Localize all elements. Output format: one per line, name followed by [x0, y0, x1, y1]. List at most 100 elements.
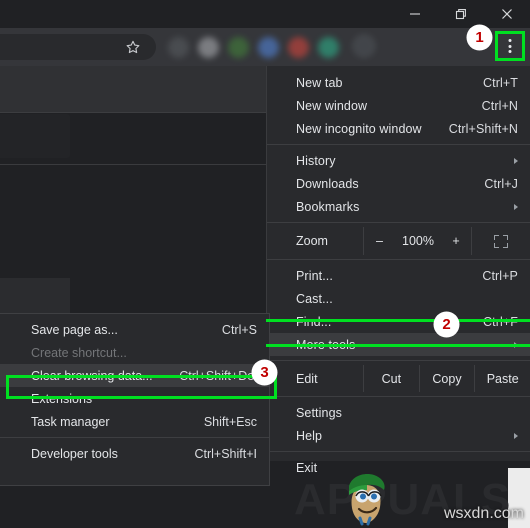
extension-icon[interactable]: [258, 36, 279, 58]
submenu-item-accelerator: Ctrl+Shift+Del: [179, 368, 257, 383]
menu-item-label: New tab: [296, 75, 343, 90]
extension-icons[interactable]: [168, 34, 348, 60]
menu-separator: [267, 259, 530, 260]
menu-item-more-tools[interactable]: More tools: [267, 333, 530, 356]
extension-icon[interactable]: [168, 36, 189, 58]
paste-button[interactable]: Paste: [474, 365, 530, 392]
menu-item-bookmarks[interactable]: Bookmarks: [267, 195, 530, 218]
extension-icon[interactable]: [228, 36, 249, 58]
zoom-out-button[interactable]: –: [363, 227, 395, 255]
menu-item-label: Downloads: [296, 176, 359, 191]
menu-item-label: New window: [296, 98, 368, 113]
profile-avatar[interactable]: [352, 34, 376, 58]
submenu-item-accelerator: Shift+Esc: [203, 414, 257, 429]
submenu-item-clear-browsing-data[interactable]: Clear browsing data... Ctrl+Shift+Del: [0, 364, 269, 387]
page-band: [0, 66, 266, 113]
chevron-right-icon: [514, 341, 518, 348]
menu-item-label: Settings: [296, 405, 342, 420]
close-icon: [502, 9, 512, 19]
submenu-item-label: Clear browsing data...: [31, 368, 153, 383]
menu-item-find[interactable]: Find... Ctrl+F: [267, 310, 530, 333]
step-badge-1: 1: [468, 26, 491, 49]
submenu-item-create-shortcut: Create shortcut...: [0, 341, 269, 364]
menu-item-accelerator: Ctrl+J: [484, 176, 518, 191]
submenu-item-label: Save page as...: [31, 322, 118, 337]
menu-item-accelerator: Ctrl+T: [483, 75, 518, 90]
restore-button[interactable]: [438, 0, 484, 28]
menu-item-label: History: [296, 153, 336, 168]
menu-item-label: More tools: [296, 337, 356, 352]
menu-item-label: New incognito window: [296, 121, 422, 136]
step-badge-3: 3: [253, 361, 276, 384]
browser-window: ➤: [0, 0, 530, 528]
submenu-item-label: Developer tools: [31, 446, 118, 461]
menu-item-history[interactable]: History: [267, 149, 530, 172]
bookmark-star-icon[interactable]: [122, 36, 144, 58]
menu-item-accelerator: Ctrl+Shift+N: [448, 121, 518, 136]
chevron-right-icon: [514, 203, 518, 210]
menu-separator: [267, 360, 530, 361]
menu-item-accelerator: Ctrl+P: [482, 268, 518, 283]
submenu-item-save-page-as[interactable]: Save page as... Ctrl+S: [0, 318, 269, 341]
menu-item-exit[interactable]: Exit: [267, 456, 530, 479]
menu-item-downloads[interactable]: Downloads Ctrl+J: [267, 172, 530, 195]
submenu-item-developer-tools[interactable]: Developer tools Ctrl+Shift+I: [0, 442, 269, 465]
submenu-item-label: Create shortcut...: [31, 345, 127, 360]
fullscreen-button[interactable]: [471, 227, 530, 255]
more-tools-submenu: Save page as... Ctrl+S Create shortcut..…: [0, 313, 270, 486]
copy-button[interactable]: Copy: [418, 365, 475, 392]
cut-button[interactable]: Cut: [363, 365, 419, 392]
extension-icon[interactable]: [318, 36, 339, 58]
menu-separator: [267, 144, 530, 145]
menu-separator: [267, 396, 530, 397]
menu-item-new-window[interactable]: New window Ctrl+N: [267, 94, 530, 117]
fullscreen-icon: [494, 234, 508, 248]
menu-item-label: Print...: [296, 268, 333, 283]
menu-item-label: Cast...: [296, 291, 333, 306]
page-card-top: [0, 114, 70, 158]
menu-item-help[interactable]: Help: [267, 424, 530, 447]
step-badge-2: 2: [435, 313, 458, 336]
restore-icon: [455, 9, 466, 20]
chevron-right-icon: [514, 157, 518, 164]
zoom-level-value: 100%: [402, 234, 434, 248]
submenu-item-label: Extensions: [31, 391, 93, 406]
edit-label: Edit: [296, 371, 318, 386]
extension-icon[interactable]: [288, 36, 309, 58]
zoom-label: Zoom: [296, 234, 328, 248]
menu-separator: [267, 222, 530, 223]
submenu-item-extensions[interactable]: Extensions: [0, 387, 269, 410]
close-button[interactable]: [484, 0, 530, 28]
menu-item-label: Find...: [296, 314, 332, 329]
page-divider-1: [0, 164, 266, 165]
menu-edit-row: Edit Cut Copy Paste: [267, 365, 530, 392]
menu-item-label: Help: [296, 428, 323, 443]
chrome-main-menu: New tab Ctrl+T New window Ctrl+N New inc…: [266, 66, 530, 475]
highlight-box-step-1: [495, 31, 525, 61]
extension-icon[interactable]: [198, 36, 219, 58]
menu-zoom-row: Zoom – 100% +: [267, 227, 530, 255]
minimize-button[interactable]: [392, 0, 438, 28]
menu-item-print[interactable]: Print... Ctrl+P: [267, 264, 530, 287]
menu-item-accelerator: Ctrl+N: [481, 98, 518, 113]
title-bar: [0, 0, 530, 28]
chevron-right-icon: [514, 432, 518, 439]
menu-item-settings[interactable]: Settings: [267, 401, 530, 424]
menu-item-new-incognito-window[interactable]: New incognito window Ctrl+Shift+N: [267, 117, 530, 140]
window-controls: [392, 0, 530, 28]
submenu-item-accelerator: Ctrl+S: [221, 322, 257, 337]
menu-item-label: Exit: [296, 460, 318, 475]
menu-item-new-tab[interactable]: New tab Ctrl+T: [267, 71, 530, 94]
three-dot-menu-button[interactable]: [495, 31, 525, 61]
menu-item-cast[interactable]: Cast...: [267, 287, 530, 310]
submenu-item-accelerator: Ctrl+Shift+I: [194, 446, 257, 461]
submenu-item-task-manager[interactable]: Task manager Shift+Esc: [0, 410, 269, 433]
minimize-icon: [410, 13, 420, 15]
menu-item-label: Bookmarks: [296, 199, 360, 214]
menu-separator: [267, 451, 530, 452]
submenu-item-label: Task manager: [31, 414, 110, 429]
menu-item-accelerator: Ctrl+F: [483, 314, 518, 329]
source-watermark: wsxdn.com: [443, 505, 524, 522]
zoom-in-button[interactable]: +: [441, 227, 471, 255]
submenu-separator: [0, 437, 269, 438]
